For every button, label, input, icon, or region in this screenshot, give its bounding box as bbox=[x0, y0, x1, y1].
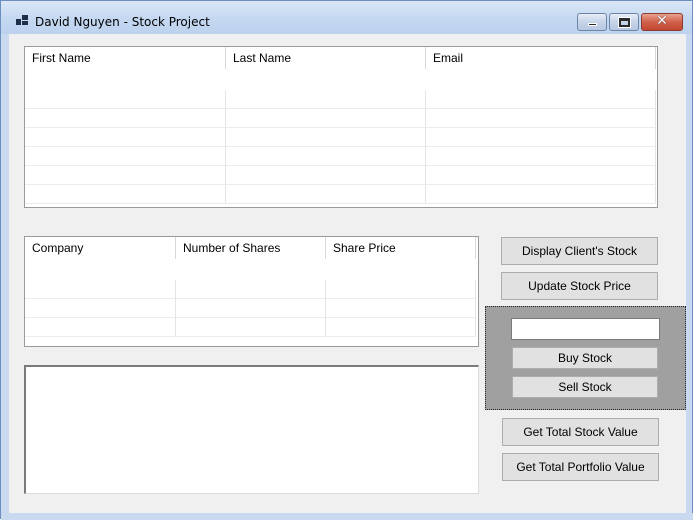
table-row[interactable] bbox=[25, 147, 656, 166]
table-cell[interactable] bbox=[326, 318, 476, 337]
table-row[interactable] bbox=[25, 318, 476, 337]
table-cell[interactable] bbox=[25, 299, 176, 318]
table-cell[interactable] bbox=[25, 109, 226, 128]
trade-panel: Buy Stock Sell Stock bbox=[485, 306, 686, 410]
table-cell[interactable] bbox=[226, 185, 426, 204]
table-cell[interactable] bbox=[426, 128, 656, 147]
table-cell[interactable] bbox=[226, 109, 426, 128]
table-cell[interactable] bbox=[426, 166, 656, 185]
close-icon: ✕ bbox=[656, 13, 668, 29]
table-cell[interactable] bbox=[226, 147, 426, 166]
table-row[interactable] bbox=[25, 109, 656, 128]
table-cell[interactable] bbox=[426, 90, 656, 109]
close-button[interactable]: ✕ bbox=[641, 13, 683, 31]
window-title: David Nguyen - Stock Project bbox=[35, 15, 210, 29]
column-header[interactable]: First Name bbox=[25, 47, 226, 69]
grid-header: First Name Last Name Email bbox=[25, 47, 656, 69]
table-row[interactable] bbox=[25, 185, 656, 204]
table-cell[interactable] bbox=[226, 128, 426, 147]
maximize-button[interactable] bbox=[609, 13, 639, 31]
table-cell[interactable] bbox=[25, 90, 226, 109]
column-header[interactable]: Share Price bbox=[326, 237, 476, 259]
form-client-area: First Name Last Name Email Company Number o… bbox=[9, 34, 686, 513]
column-header[interactable]: Company bbox=[25, 237, 176, 259]
table-row[interactable] bbox=[25, 280, 476, 299]
table-cell[interactable] bbox=[25, 166, 226, 185]
table-cell[interactable] bbox=[226, 166, 426, 185]
column-header[interactable]: Last Name bbox=[226, 47, 426, 69]
table-cell[interactable] bbox=[25, 147, 226, 166]
table-row[interactable] bbox=[25, 166, 656, 185]
table-cell[interactable] bbox=[176, 318, 326, 337]
table-row[interactable] bbox=[25, 90, 656, 109]
buy-stock-button[interactable]: Buy Stock bbox=[512, 347, 658, 369]
table-cell[interactable] bbox=[25, 185, 226, 204]
get-total-portfolio-value-button[interactable]: Get Total Portfolio Value bbox=[502, 453, 659, 481]
table-cell[interactable] bbox=[426, 109, 656, 128]
table-cell[interactable] bbox=[176, 299, 326, 318]
table-cell[interactable] bbox=[326, 280, 476, 299]
minimize-button[interactable] bbox=[577, 13, 607, 31]
table-cell[interactable] bbox=[176, 280, 326, 299]
title-bar[interactable]: David Nguyen - Stock Project ✕ bbox=[1, 1, 692, 34]
grid-header: Company Number of Shares Share Price bbox=[25, 237, 476, 259]
caption-buttons: ✕ bbox=[577, 13, 683, 31]
table-row[interactable] bbox=[25, 299, 476, 318]
table-cell[interactable] bbox=[426, 147, 656, 166]
display-clients-stock-button[interactable]: Display Client's Stock bbox=[501, 237, 658, 265]
update-stock-price-button[interactable]: Update Stock Price bbox=[501, 272, 658, 300]
quantity-input[interactable] bbox=[511, 318, 660, 340]
column-header[interactable]: Number of Shares bbox=[176, 237, 326, 259]
table-cell[interactable] bbox=[25, 128, 226, 147]
output-textbox[interactable] bbox=[24, 365, 479, 494]
minimize-icon bbox=[588, 23, 597, 26]
sell-stock-button[interactable]: Sell Stock bbox=[512, 376, 658, 398]
table-cell[interactable] bbox=[426, 185, 656, 204]
maximize-icon bbox=[618, 17, 631, 28]
table-cell[interactable] bbox=[25, 318, 176, 337]
app-icon bbox=[16, 15, 28, 27]
get-total-stock-value-button[interactable]: Get Total Stock Value bbox=[502, 418, 659, 446]
table-row[interactable] bbox=[25, 128, 656, 147]
app-window: David Nguyen - Stock Project ✕ First Nam… bbox=[0, 0, 693, 520]
table-cell[interactable] bbox=[25, 280, 176, 299]
stocks-grid[interactable]: Company Number of Shares Share Price bbox=[24, 236, 479, 347]
clients-grid[interactable]: First Name Last Name Email bbox=[24, 46, 658, 208]
table-cell[interactable] bbox=[226, 90, 426, 109]
table-cell[interactable] bbox=[326, 299, 476, 318]
column-header[interactable]: Email bbox=[426, 47, 656, 69]
